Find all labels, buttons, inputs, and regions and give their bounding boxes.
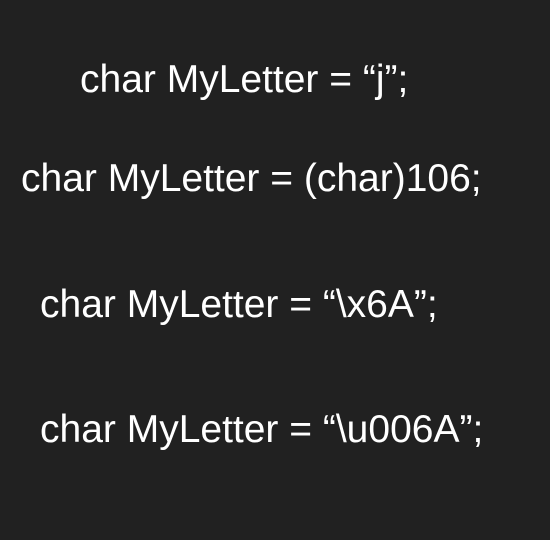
code-slide: char MyLetter = “j”; char MyLetter = (ch…	[0, 0, 550, 540]
code-line-char-cast: char MyLetter = (char)106;	[21, 157, 482, 200]
code-line-char-literal: char MyLetter = “j”;	[80, 58, 409, 101]
code-line-unicode-escape: char MyLetter = “\u006A”;	[40, 408, 484, 451]
code-line-hex-escape: char MyLetter = “\x6A”;	[40, 283, 438, 326]
